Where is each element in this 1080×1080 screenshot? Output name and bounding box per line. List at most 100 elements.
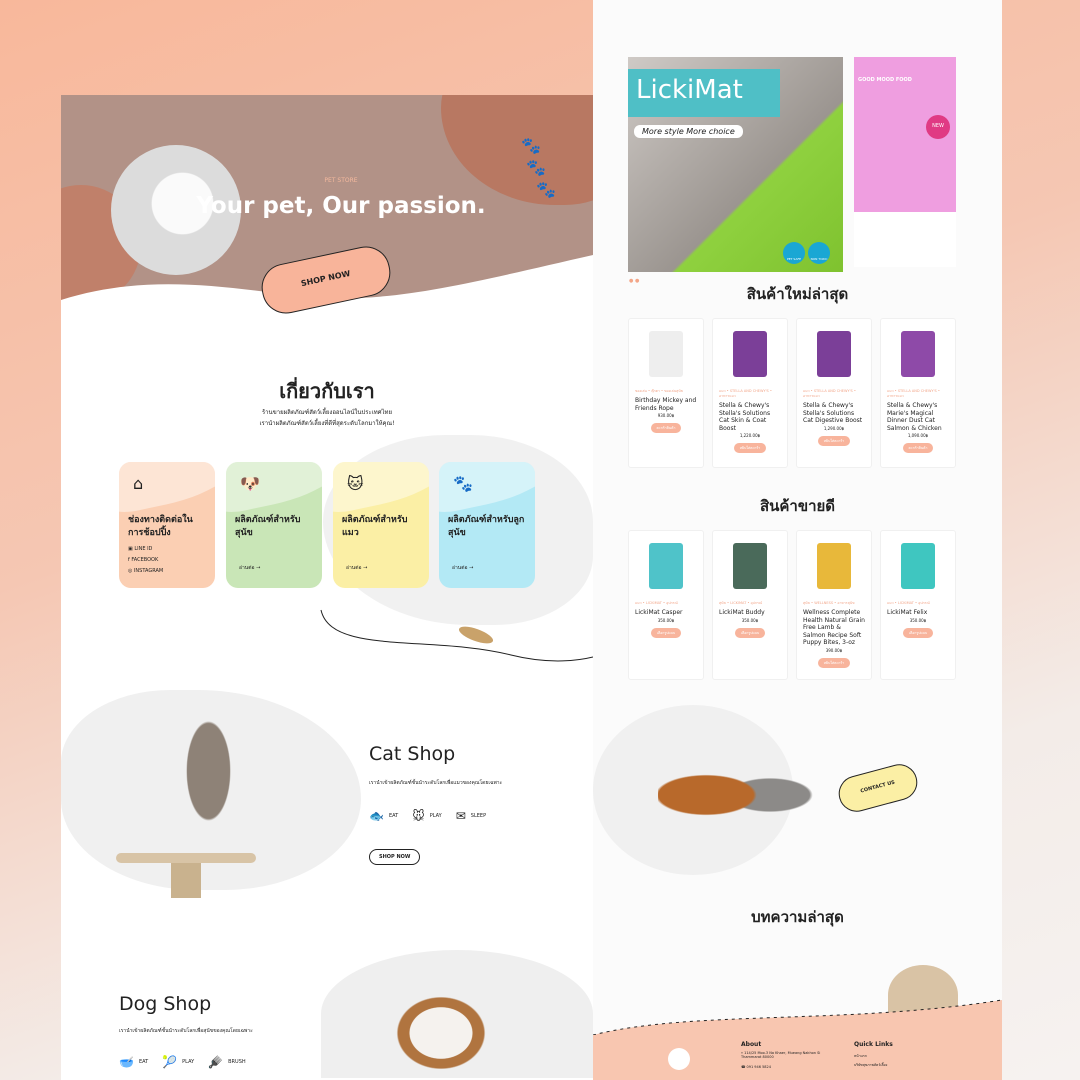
- card-title: ผลิตภัณฑ์สำหรับสุนัข: [235, 515, 301, 538]
- dog-photo-2: [386, 988, 496, 1078]
- dog-shop-desc: เรานำเข้าผลิตภัณฑ์ชั้นนำระดับโลกเพื่อสุน…: [119, 1028, 253, 1034]
- home-page-mockup: 🐾 🐾 🐾 PET STORE Your pet, Our passion. S…: [61, 95, 593, 1080]
- product-image[interactable]: [635, 323, 697, 385]
- footer-link-home[interactable]: หน้าแรก: [854, 1053, 867, 1059]
- product-name[interactable]: Stella & Chewy's Marie's Magical Dinner …: [887, 402, 949, 432]
- product-price: 350.00฿: [741, 617, 759, 623]
- footer: About ⌖ 114/25 Moo.3 Na Khaer, Mueang Na…: [593, 1035, 1002, 1080]
- product-category: แมว • LICKIMAT • อุปกรณ์: [887, 601, 930, 605]
- cat-products-card[interactable]: 🐱 ผลิตภัณฑ์สำหรับแมว อ่านต่อ →: [333, 462, 429, 588]
- new-badge: NEW: [926, 115, 950, 139]
- card-title: ผลิตภัณฑ์สำหรับแมว: [342, 515, 408, 538]
- cat-shop-now-button[interactable]: SHOP NOW: [369, 849, 421, 865]
- product-name[interactable]: Wellness Complete Health Natural Grain F…: [803, 609, 865, 647]
- side-banner-brand: GOOD MOOD FOOD: [858, 77, 912, 83]
- product-card[interactable]: สุนัข • WELLNESS • อาหารสุนัข Wellness C…: [796, 530, 872, 680]
- read-more-link[interactable]: อ่านต่อ →: [346, 564, 367, 572]
- dog-products-card[interactable]: 🐶 ผลิตภัณฑ์สำหรับสุนัข อ่านต่อ →: [226, 462, 322, 588]
- product-name[interactable]: Birthday Mickey and Friends Rope: [635, 397, 697, 412]
- footer-phone: ☎ 091 946 5824: [741, 1065, 771, 1069]
- product-category: แมว • STELLA AND CHEWY'S • อาหารแมว: [887, 389, 940, 398]
- new-products-title: สินค้าใหม่ล่าสุด: [746, 285, 849, 303]
- product-price: 350.00฿: [657, 617, 675, 623]
- paw-icon: 🐾: [453, 474, 473, 493]
- about-title: เกี่ยวกับเรา: [279, 379, 375, 403]
- read-more-link[interactable]: อ่านต่อ →: [239, 564, 260, 572]
- read-more-link[interactable]: อ่านต่อ →: [452, 564, 473, 572]
- sleep-feature: ✉ SLEEP: [455, 809, 487, 823]
- brush-feature: 🪮 BRUSH: [208, 1055, 246, 1069]
- cat-tree: [116, 853, 256, 863]
- add-to-cart-button[interactable]: ตะกร้าสินค้า: [902, 443, 934, 453]
- product-category: แมว • STELLA AND CHEWY'S • อาหารแมว: [719, 389, 772, 398]
- product-card[interactable]: แมว • STELLA AND CHEWY'S • อาหารแมว Stel…: [880, 318, 956, 468]
- banner-brand: LickiMat: [628, 69, 780, 117]
- footer-logo: [668, 1048, 690, 1070]
- product-image[interactable]: [803, 323, 865, 385]
- add-to-cart-button[interactable]: หยิบใส่ตะกร้า: [817, 435, 851, 446]
- product-card[interactable]: แมว • STELLA AND CHEWY'S • อาหารแมว Stel…: [796, 318, 872, 468]
- card-title: ช่องทางติดต่อในการช้อปปิ้ง: [128, 515, 193, 538]
- dog-bowl-icon: 🥣: [119, 1055, 134, 1069]
- product-image[interactable]: [887, 535, 949, 597]
- mouse-toy-icon: 🐭: [412, 809, 425, 823]
- add-to-cart-button[interactable]: หยิบใส่ตะกร้า: [817, 657, 851, 668]
- footer-about-title: About: [741, 1041, 762, 1048]
- product-category: แมว • STELLA AND CHEWY'S • อาหารแมว: [803, 389, 856, 398]
- hero-eyebrow: PET STORE: [324, 177, 358, 184]
- product-card[interactable]: แมว • LICKIMAT • อุปกรณ์ LickiMat Casper…: [628, 530, 704, 680]
- product-category: สุนัข • WELLNESS • อาหารสุนัข: [803, 601, 855, 605]
- product-image[interactable]: [719, 323, 781, 385]
- about-line-2: เรานำผลิตภัณฑ์สัตว์เลี้ยงที่ดีที่สุดระดั…: [259, 420, 395, 427]
- product-category: แมว • LICKIMAT • อุปกรณ์: [635, 601, 678, 605]
- product-image[interactable]: [635, 535, 697, 597]
- add-to-cart-button[interactable]: หยิบใส่ตะกร้า: [733, 443, 767, 453]
- footer-address: ⌖ 114/25 Moo.3 Na Khaer, Mueang Nakhon S…: [741, 1051, 821, 1059]
- footer-link[interactable]: บริษัทสุขภาพสัตว์เลี้ยง: [854, 1062, 887, 1068]
- product-price: 350.00฿: [909, 617, 927, 623]
- product-name[interactable]: LickiMat Felix: [887, 609, 949, 617]
- product-price: 1,090.00฿: [907, 433, 929, 438]
- cat-photo: [171, 715, 246, 855]
- product-card[interactable]: แมว • LICKIMAT • อุปกรณ์ LickiMat Felix …: [880, 530, 956, 680]
- product-card[interactable]: ของเล่น • ตุ๊กตา • ของเล่นสุนัข Birthday…: [628, 318, 704, 468]
- product-name[interactable]: Stella & Chewy's Stella's Solutions Cat …: [719, 402, 781, 432]
- house-icon: ⌂: [133, 474, 144, 493]
- play-feature: 🎾 PLAY: [162, 1055, 195, 1069]
- cat-shop-title: Cat Shop: [369, 743, 456, 765]
- add-to-cart-button[interactable]: เลือกรูปแบบ: [650, 627, 682, 638]
- card-title: ผลิตภัณฑ์สำหรับลูกสุนัข: [448, 515, 525, 538]
- product-image[interactable]: [887, 323, 949, 385]
- cat-bed-icon: ✉: [455, 809, 466, 823]
- facebook-link[interactable]: f FACEBOOK: [128, 555, 206, 566]
- pet-safe-badge: PET SAFE: [783, 242, 805, 264]
- contact-channels-card[interactable]: ⌂ ช่องทางติดต่อในการช้อปปิ้ง ▣ LINE ID f…: [119, 462, 215, 588]
- product-name[interactable]: LickiMat Buddy: [719, 609, 781, 617]
- instagram-link[interactable]: ◎ INSTAGRAM: [128, 566, 206, 577]
- product-category: ของเล่น • ตุ๊กตา • ของเล่นสุนัข: [635, 389, 684, 393]
- add-to-cart-button[interactable]: เลือกรูปแบบ: [902, 627, 934, 638]
- add-to-cart-button[interactable]: ตะกร้าสินค้า: [650, 423, 682, 433]
- product-name[interactable]: Stella & Chewy's Stella's Solutions Cat …: [803, 402, 865, 425]
- new-products-grid: ของเล่น • ตุ๊กตา • ของเล่นสุนัข Birthday…: [628, 318, 956, 468]
- contact-us-bone-button[interactable]: CONTACT US: [834, 760, 922, 816]
- ball-icon: 🎾: [162, 1055, 178, 1069]
- side-banner[interactable]: GOOD MOOD FOOD NEW: [854, 57, 956, 267]
- product-card[interactable]: สุนัข • LICKIMAT • อุปกรณ์ LickiMat Budd…: [712, 530, 788, 680]
- non-toxic-badge: NON TOXIC: [808, 242, 830, 264]
- product-image[interactable]: [803, 535, 865, 597]
- add-to-cart-button[interactable]: เลือกรูปแบบ: [734, 627, 766, 638]
- line-link[interactable]: ▣ LINE ID: [128, 544, 206, 555]
- footer-links-title: Quick Links: [854, 1041, 893, 1048]
- product-image[interactable]: [719, 535, 781, 597]
- lickimat-banner[interactable]: LickiMat More style More choice PET SAFE…: [628, 57, 843, 272]
- best-sellers-title: สินค้าขายดี: [759, 497, 836, 515]
- fish-icon: 🐟: [369, 809, 384, 823]
- cat-shop-desc: เรานำเข้าผลิตภัณฑ์ชั้นนำระดับโลกเพื่อแมว…: [369, 780, 503, 786]
- product-price: 1,220.00฿: [739, 433, 761, 438]
- banner-tagline: More style More choice: [634, 125, 743, 138]
- product-name[interactable]: LickiMat Casper: [635, 609, 697, 617]
- product-card[interactable]: แมว • STELLA AND CHEWY'S • อาหารแมว Stel…: [712, 318, 788, 468]
- shop-page-mockup: LickiMat More style More choice PET SAFE…: [593, 0, 1002, 1080]
- puppy-products-card[interactable]: 🐾 ผลิตภัณฑ์สำหรับลูกสุนัข อ่านต่อ →: [439, 462, 535, 588]
